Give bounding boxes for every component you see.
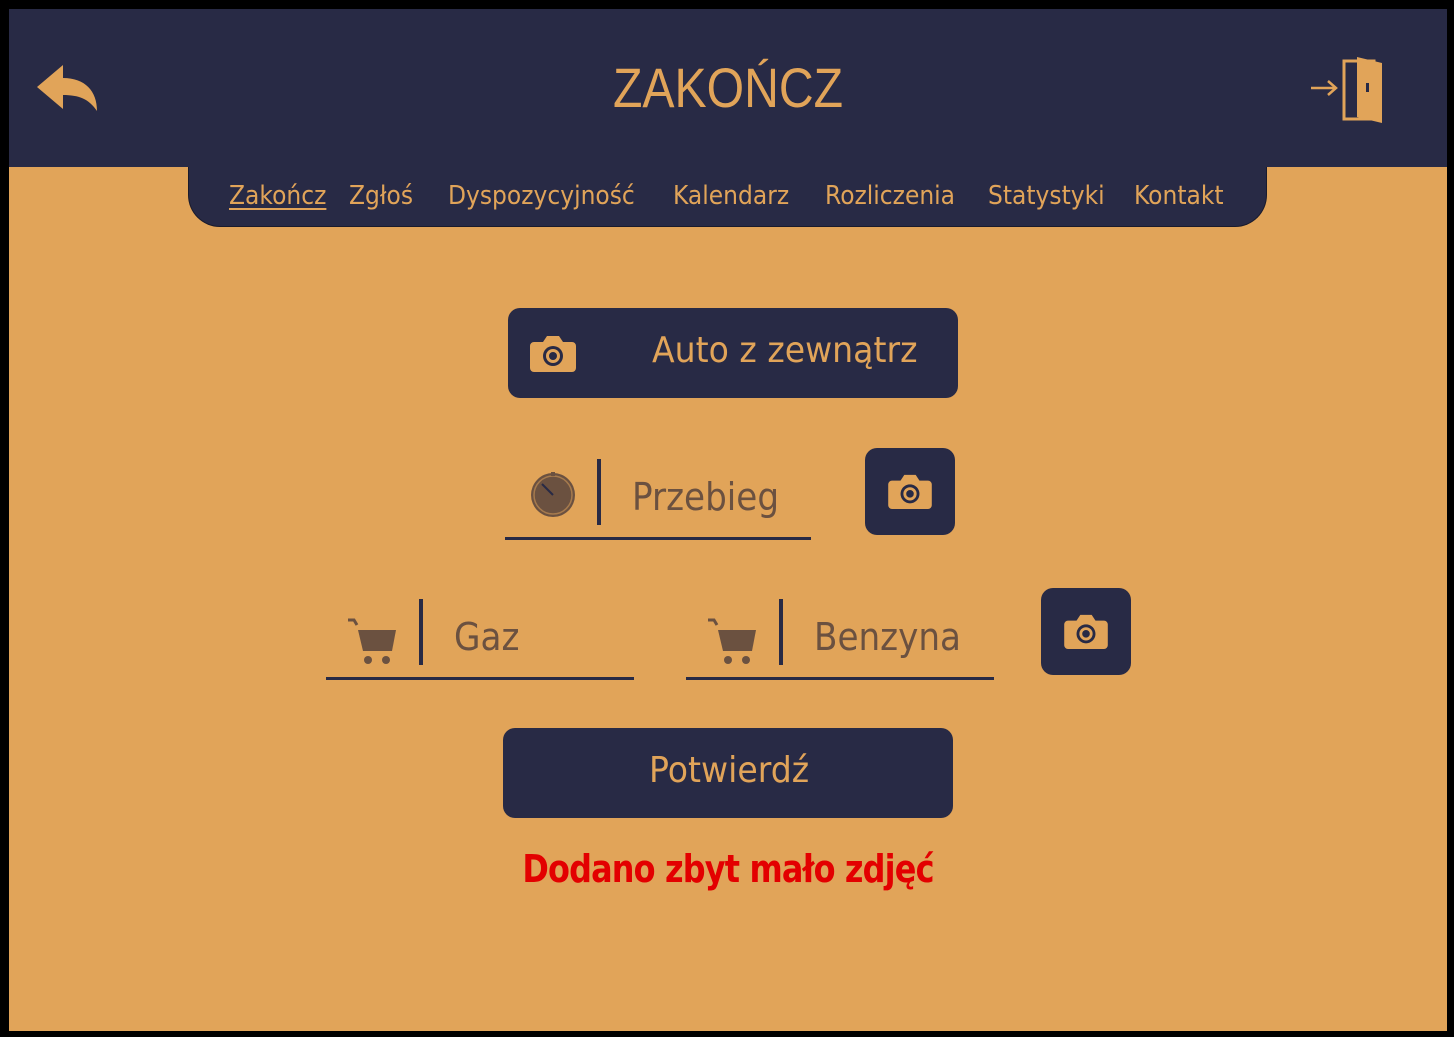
- mileage-field[interactable]: Przebieg: [505, 457, 811, 540]
- outside-photo-button[interactable]: Auto z zewnątrz: [508, 308, 958, 398]
- field-divider: [419, 599, 423, 665]
- field-divider: [779, 599, 783, 665]
- back-button[interactable]: [35, 63, 101, 115]
- confirm-button[interactable]: Potwierdź: [503, 728, 953, 818]
- logout-button[interactable]: [1309, 53, 1387, 127]
- field-divider: [597, 459, 601, 525]
- fuel-photo-button[interactable]: [1041, 588, 1131, 675]
- mileage-photo-button[interactable]: [865, 448, 955, 535]
- nav-item-dyspozycyjnosc[interactable]: Dyspozycyjność: [448, 181, 635, 211]
- camera-icon: [530, 336, 576, 372]
- petrol-placeholder: Benzyna: [814, 615, 962, 659]
- nav-item-kalendarz[interactable]: Kalendarz: [673, 181, 789, 211]
- exit-door-icon: [1311, 57, 1382, 123]
- main-navigation: Zakończ Zgłoś Dyspozycyjność Kalendarz R…: [188, 167, 1267, 227]
- mileage-placeholder: Przebieg: [632, 475, 780, 519]
- app-frame: ZAKOŃCZ Zakończ Zgłoś Dyspozycyjność Kal…: [9, 9, 1447, 1031]
- confirm-label: Potwierdź: [649, 750, 810, 791]
- nav-item-rozliczenia[interactable]: Rozliczenia: [825, 181, 955, 211]
- nav-item-zglos[interactable]: Zgłoś: [349, 181, 413, 211]
- nav-item-kontakt[interactable]: Kontakt: [1134, 181, 1224, 211]
- nav-item-zakoncz[interactable]: Zakończ: [229, 181, 326, 211]
- camera-icon: [888, 474, 932, 509]
- gas-placeholder: Gaz: [454, 615, 520, 659]
- cart-icon: [348, 618, 396, 664]
- stopwatch-icon: [531, 472, 575, 517]
- error-message: Dodano zbyt mało zdjęć: [522, 847, 934, 891]
- nav-item-statystyki[interactable]: Statystyki: [988, 181, 1105, 211]
- reply-arrow-icon: [37, 65, 97, 111]
- page-title: ZAKOŃCZ: [612, 56, 844, 119]
- petrol-field[interactable]: Benzyna: [686, 597, 994, 680]
- cart-icon: [708, 618, 756, 664]
- header-bar: ZAKOŃCZ: [9, 9, 1447, 167]
- camera-icon: [1064, 614, 1108, 649]
- outside-photo-label: Auto z zewnątrz: [652, 330, 918, 371]
- gas-field[interactable]: Gaz: [326, 597, 634, 680]
